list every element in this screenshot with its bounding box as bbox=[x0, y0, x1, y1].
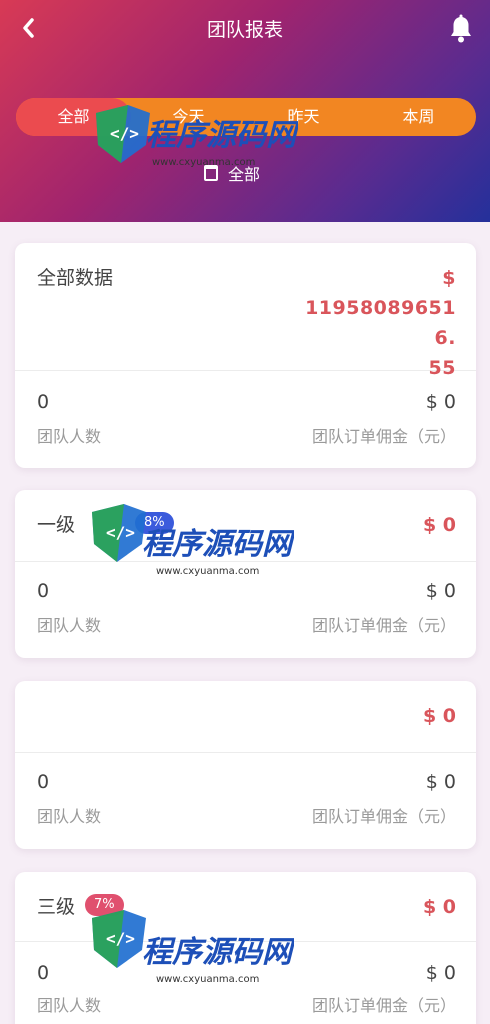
commission-label: 团队订单佣金（元） bbox=[311, 427, 456, 446]
members-value: 0 bbox=[37, 771, 50, 793]
total-amount-line: 55 bbox=[428, 357, 456, 379]
members-value: 0 bbox=[37, 580, 50, 602]
commission-label: 团队订单佣金（元） bbox=[311, 996, 456, 1015]
card-title: 全部数据 bbox=[37, 267, 114, 289]
level-amount: $ 0 bbox=[422, 896, 456, 918]
bell-icon bbox=[451, 14, 471, 43]
level-card-2: $ 0 0 团队人数 $ 0 团队订单佣金（元） bbox=[15, 681, 476, 849]
date-range-selector[interactable]: 全部 bbox=[204, 160, 260, 186]
tab-this-week[interactable]: 本周 bbox=[361, 98, 476, 136]
members-label: 团队人数 bbox=[37, 807, 102, 826]
page-title: 团队报表 bbox=[206, 19, 283, 41]
card-title: 三级 bbox=[37, 896, 76, 918]
notification-button[interactable] bbox=[448, 14, 474, 44]
card-header: 一级 8% $ 0 bbox=[15, 490, 476, 562]
total-amount: $119580896516. 55 bbox=[296, 263, 456, 383]
commission-value: $ 0 bbox=[425, 962, 456, 984]
commission-value: $ 0 bbox=[425, 391, 456, 413]
card-header: $ 0 bbox=[15, 681, 476, 753]
date-range-label: 全部 bbox=[228, 165, 261, 184]
tab-all[interactable]: 全部 bbox=[16, 98, 131, 136]
level-card-3: 三级 7% $ 0 0 团队人数 $ 0 团队订单佣金（元） bbox=[15, 872, 476, 1024]
tab-today[interactable]: 今天 bbox=[131, 98, 246, 136]
summary-card-all: 全部数据 $119580896516. 55 0 团队人数 $ 0 团队订单佣金（… bbox=[15, 243, 476, 468]
total-amount-line: $ bbox=[442, 267, 456, 289]
members-label: 团队人数 bbox=[37, 427, 102, 446]
commission-label: 团队订单佣金（元） bbox=[311, 807, 456, 826]
card-title: 一级 bbox=[37, 514, 76, 536]
period-tabs: 全部 今天 昨天 本周 bbox=[16, 98, 476, 136]
rate-badge: 7% bbox=[85, 894, 124, 916]
level-amount: $ 0 bbox=[422, 514, 456, 536]
members-label: 团队人数 bbox=[37, 996, 102, 1015]
members-value: 0 bbox=[37, 962, 50, 984]
tab-yesterday[interactable]: 昨天 bbox=[246, 98, 361, 136]
calendar-icon bbox=[204, 165, 218, 181]
commission-value: $ 0 bbox=[425, 771, 456, 793]
commission-label: 团队订单佣金（元） bbox=[311, 616, 456, 635]
level-card-1: 一级 8% $ 0 0 团队人数 $ 0 团队订单佣金（元） bbox=[15, 490, 476, 658]
commission-value: $ 0 bbox=[425, 580, 456, 602]
total-amount-line: 119580896516. bbox=[305, 297, 456, 349]
members-value: 0 bbox=[37, 391, 50, 413]
card-header: 三级 7% $ 0 bbox=[15, 872, 476, 942]
level-amount: $ 0 bbox=[422, 705, 456, 727]
card-header: 全部数据 $119580896516. 55 bbox=[15, 243, 476, 379]
members-label: 团队人数 bbox=[37, 616, 102, 635]
rate-badge: 8% bbox=[135, 512, 174, 534]
